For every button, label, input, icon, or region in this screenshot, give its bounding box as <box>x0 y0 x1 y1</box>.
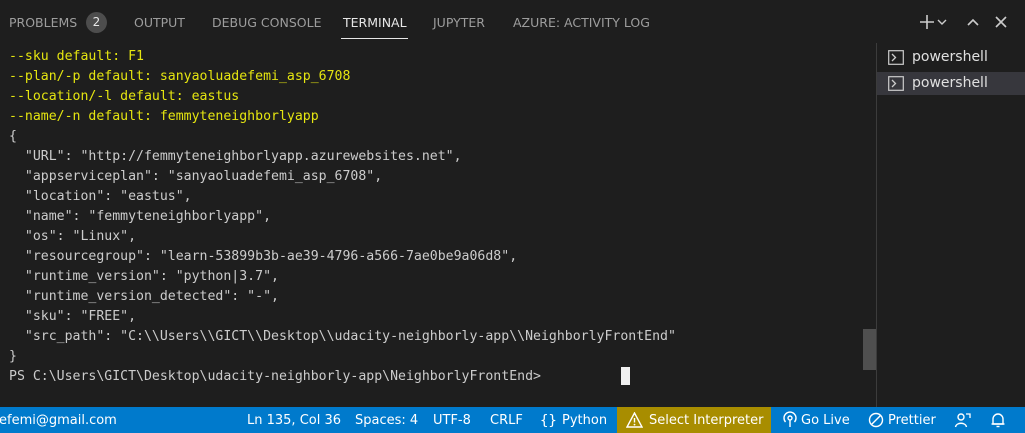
broadcast-icon <box>782 411 798 433</box>
chevron-up-icon[interactable] <box>962 9 984 35</box>
terminal-line: --name/-n default: femmyteneighborlyapp <box>9 109 319 124</box>
panel-tab-bar: PROBLEMS 2 OUTPUT DEBUG CONSOLE TERMINAL… <box>0 0 1025 43</box>
select-interpreter-label: Select Interpreter <box>649 413 764 428</box>
status-encoding[interactable]: UTF-8 <box>433 413 471 428</box>
terminal-list: powershell powershell <box>877 43 1025 407</box>
terminal-line: } <box>9 349 17 364</box>
terminal-line: "sku": "FREE", <box>9 309 137 324</box>
terminal-icon <box>888 50 904 69</box>
warning-icon <box>625 411 644 432</box>
braces-icon: {} <box>540 411 557 433</box>
terminal-line: "URL": "http://femmyteneighborlyapp.azur… <box>9 149 462 164</box>
prettier-status-icon <box>868 411 884 433</box>
status-prettier[interactable]: Prettier <box>888 413 936 428</box>
terminal-cursor <box>621 367 630 385</box>
terminal-line: { <box>9 129 17 144</box>
live-share-icon[interactable] <box>954 411 972 433</box>
terminal-list-item[interactable]: powershell <box>877 46 1025 69</box>
tab-output[interactable]: OUTPUT <box>134 15 185 30</box>
svg-text:{}: {} <box>540 413 556 429</box>
terminal-line: --sku default: F1 <box>9 49 144 64</box>
terminal-list-item[interactable]: powershell <box>877 72 1025 95</box>
terminal-line: "runtime_version": "python|3.7", <box>9 269 279 284</box>
terminal-line: --location/-l default: eastus <box>9 89 240 104</box>
terminal-line: "appserviceplan": "sanyaoluadefemi_asp_6… <box>9 169 383 184</box>
close-icon[interactable] <box>990 9 1012 35</box>
terminal-line: "os": "Linux", <box>9 229 137 244</box>
status-language[interactable]: Python <box>562 413 607 428</box>
select-interpreter-button[interactable]: Select Interpreter <box>617 407 771 433</box>
bell-icon[interactable] <box>990 411 1006 433</box>
tab-problems[interactable]: PROBLEMS <box>9 15 77 30</box>
terminal-list-label: powershell <box>912 75 988 91</box>
status-eol[interactable]: CRLF <box>490 413 523 428</box>
terminal-line: "name": "femmyteneighborlyapp", <box>9 209 272 224</box>
status-indentation[interactable]: Spaces: 4 <box>355 413 418 428</box>
terminal-scrollbar[interactable] <box>863 329 876 370</box>
terminal-prompt: PS C:\Users\GICT\Desktop\udacity-neighbo… <box>9 369 549 384</box>
terminal-line: "location": "eastus", <box>9 189 192 204</box>
tab-terminal[interactable]: TERMINAL <box>343 15 407 30</box>
tab-azure-activity-log[interactable]: AZURE: ACTIVITY LOG <box>513 15 650 30</box>
terminal-list-label: powershell <box>912 49 988 65</box>
status-go-live[interactable]: Go Live <box>801 413 850 428</box>
terminal-line: "runtime_version_detected": "-", <box>9 289 279 304</box>
status-cursor-position[interactable]: Ln 135, Col 36 <box>247 413 341 428</box>
tab-jupyter[interactable]: JUPYTER <box>433 15 485 30</box>
tab-debug-console[interactable]: DEBUG CONSOLE <box>212 15 321 30</box>
terminal-output[interactable]: --sku default: F1 --plan/-p default: san… <box>0 43 877 407</box>
status-account[interactable]: efemi@gmail.com <box>0 413 117 428</box>
terminal-line: "resourcegroup": "learn-53899b3b-ae39-47… <box>9 249 518 264</box>
terminal-line: --plan/-p default: sanyaoluadefemi_asp_6… <box>9 69 351 84</box>
chevron-down-icon[interactable] <box>935 9 949 35</box>
terminal-icon <box>888 76 904 95</box>
problems-count-badge: 2 <box>86 12 107 33</box>
terminal-line: "src_path": "C:\\Users\\GICT\\Desktop\\u… <box>9 329 676 344</box>
active-tab-indicator <box>341 38 408 39</box>
status-bar: efemi@gmail.com Ln 135, Col 36 Spaces: 4… <box>0 407 1025 433</box>
